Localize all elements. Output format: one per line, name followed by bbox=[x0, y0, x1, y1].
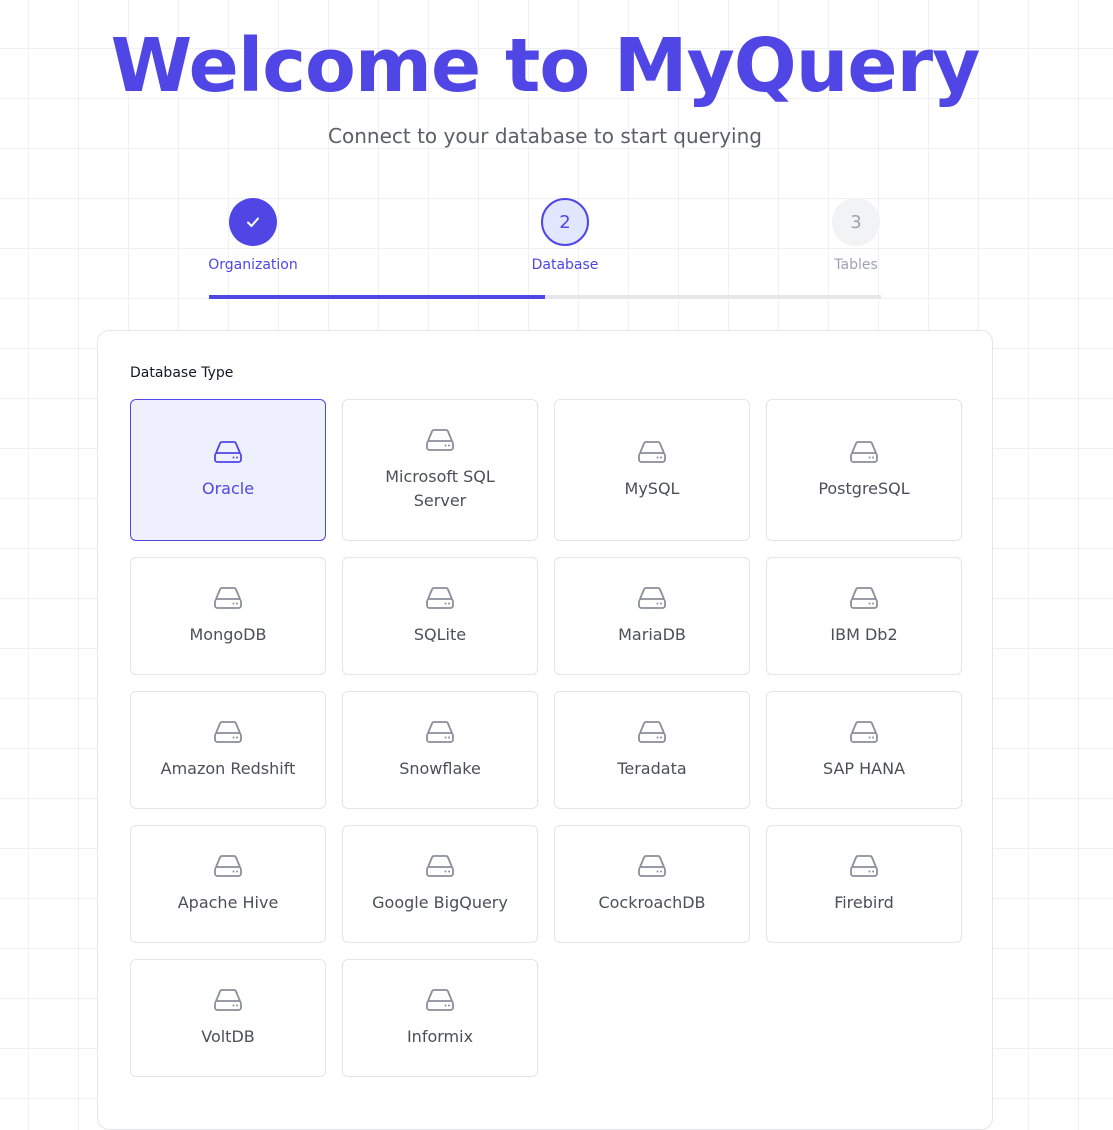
database-drive-icon bbox=[213, 585, 243, 611]
database-drive-icon bbox=[849, 719, 879, 745]
database-drive-icon bbox=[849, 853, 879, 879]
database-option-tile[interactable]: Teradata bbox=[554, 691, 750, 809]
database-option-tile[interactable]: Microsoft SQL Server bbox=[342, 399, 538, 541]
page-title: Welcome to MyQuery bbox=[110, 23, 981, 109]
database-option-label: PostgreSQL bbox=[818, 479, 910, 498]
step-label-organization: Organization bbox=[208, 257, 298, 273]
step-number-circle: 3 bbox=[832, 198, 880, 246]
setup-stepper: Organization 2 Database 3 Tables bbox=[208, 198, 881, 302]
database-option-label: SAP HANA bbox=[822, 759, 906, 778]
database-option-tile[interactable]: IBM Db2 bbox=[766, 557, 962, 675]
database-option-label: Informix bbox=[406, 1027, 474, 1046]
progress-track bbox=[209, 295, 881, 299]
progress-fill bbox=[209, 295, 545, 299]
database-drive-icon bbox=[425, 585, 455, 611]
step-number-circle: 2 bbox=[541, 198, 589, 246]
database-option-tile[interactable]: MariaDB bbox=[554, 557, 750, 675]
database-option-label: Google BigQuery bbox=[372, 893, 508, 912]
database-drive-icon bbox=[425, 987, 455, 1013]
database-option-tile[interactable]: CockroachDB bbox=[554, 825, 750, 943]
database-drive-icon bbox=[637, 719, 667, 745]
step-complete-circle bbox=[229, 198, 277, 246]
database-option-label: Snowflake bbox=[399, 759, 481, 778]
database-drive-icon bbox=[213, 719, 243, 745]
database-drive-icon bbox=[213, 439, 243, 465]
database-option-label: MariaDB bbox=[618, 625, 686, 644]
database-option-tile[interactable]: MongoDB bbox=[130, 557, 326, 675]
database-option-tile[interactable]: VoltDB bbox=[130, 959, 326, 1077]
database-option-tile[interactable]: PostgreSQL bbox=[766, 399, 962, 541]
database-option-label: Amazon Redshift bbox=[160, 759, 296, 778]
database-option-tile[interactable]: Google BigQuery bbox=[342, 825, 538, 943]
database-option-label: Oracle bbox=[201, 479, 255, 498]
database-option-label: IBM Db2 bbox=[830, 625, 898, 644]
checkmark-icon bbox=[247, 217, 259, 227]
database-drive-icon bbox=[213, 987, 243, 1013]
database-drive-icon bbox=[425, 719, 455, 745]
database-type-grid: Oracle Microsoft SQL Server MySQL PostgreSQ… bbox=[130, 399, 962, 1077]
database-option-tile[interactable]: Amazon Redshift bbox=[130, 691, 326, 809]
database-option-label: MongoDB bbox=[189, 625, 267, 644]
database-option-label: Microsoft SQL Server bbox=[385, 467, 495, 510]
database-card: Database Type Oracle Microsoft SQL Server… bbox=[97, 330, 993, 1130]
database-option-tile[interactable]: Informix bbox=[342, 959, 538, 1077]
page-subtitle: Connect to your database to start queryi… bbox=[328, 124, 762, 148]
step-tables[interactable]: 3 Tables bbox=[796, 198, 916, 273]
database-option-label: Apache Hive bbox=[177, 893, 279, 912]
step-label-database: Database bbox=[531, 257, 599, 273]
step-organization[interactable]: Organization bbox=[193, 198, 313, 273]
database-option-tile[interactable]: SAP HANA bbox=[766, 691, 962, 809]
database-option-tile[interactable]: Firebird bbox=[766, 825, 962, 943]
step-label-tables: Tables bbox=[834, 257, 878, 273]
database-drive-icon bbox=[637, 853, 667, 879]
database-drive-icon bbox=[637, 585, 667, 611]
database-option-label: SQLite bbox=[413, 625, 467, 644]
database-option-label: CockroachDB bbox=[598, 893, 706, 912]
database-option-label: MySQL bbox=[624, 479, 680, 498]
database-option-tile[interactable]: Oracle bbox=[130, 399, 326, 541]
database-drive-icon bbox=[213, 853, 243, 879]
step-database[interactable]: 2 Database bbox=[505, 198, 625, 273]
database-option-tile[interactable]: Apache Hive bbox=[130, 825, 326, 943]
database-option-label: Teradata bbox=[617, 759, 687, 778]
database-drive-icon bbox=[425, 427, 455, 453]
database-drive-icon bbox=[425, 853, 455, 879]
database-drive-icon bbox=[637, 439, 667, 465]
database-option-label: VoltDB bbox=[201, 1027, 255, 1046]
database-drive-icon bbox=[849, 585, 879, 611]
database-option-label: Firebird bbox=[834, 893, 894, 912]
database-option-tile[interactable]: Snowflake bbox=[342, 691, 538, 809]
database-option-tile[interactable]: SQLite bbox=[342, 557, 538, 675]
database-type-label: Database Type bbox=[130, 365, 234, 381]
database-drive-icon bbox=[849, 439, 879, 465]
database-option-tile[interactable]: MySQL bbox=[554, 399, 750, 541]
